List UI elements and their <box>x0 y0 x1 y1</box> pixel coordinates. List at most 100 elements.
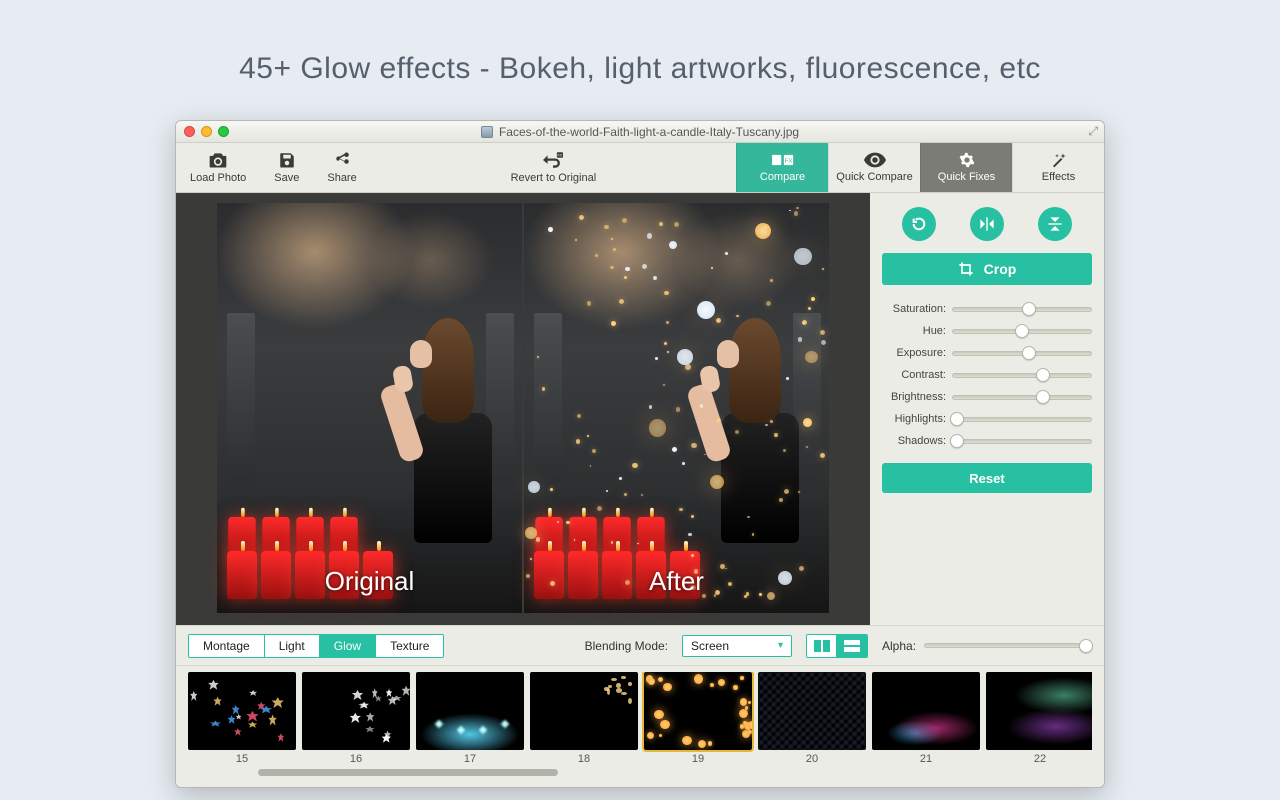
crop-button[interactable]: Crop <box>882 253 1092 285</box>
effect-thumb-preview <box>302 672 410 750</box>
window-title: Faces-of-the-world-Faith-light-a-candle-… <box>499 125 799 139</box>
wand-icon <box>1048 152 1070 168</box>
slider-label: Contrast: <box>882 369 946 381</box>
rotate-icon <box>911 216 927 232</box>
tab-effects[interactable]: Effects <box>1012 143 1104 192</box>
slider-label: Highlights: <box>882 413 946 425</box>
slider-row: Exposure: <box>882 347 1092 359</box>
load-photo-button[interactable]: Load Photo <box>176 143 260 192</box>
view-split-button[interactable] <box>807 635 837 657</box>
tab-quick-compare[interactable]: Quick Compare <box>828 143 920 192</box>
tab-quick-compare-label: Quick Compare <box>836 171 912 183</box>
original-caption: Original <box>217 566 522 597</box>
svg-text:FX: FX <box>784 159 792 165</box>
preview-original: Original <box>217 203 522 613</box>
category-texture[interactable]: Texture <box>376 635 443 657</box>
effect-thumb-number: 18 <box>578 753 590 765</box>
slider-knob[interactable] <box>950 412 964 426</box>
slider-track[interactable] <box>952 439 1092 444</box>
effect-thumb-number: 21 <box>920 753 932 765</box>
slider-label: Exposure: <box>882 347 946 359</box>
tab-compare[interactable]: FX Compare <box>736 143 828 192</box>
effect-thumb-22[interactable]: 22 <box>986 672 1092 765</box>
effects-thumbnails: 15 1617 18 19 20 21 22 <box>188 672 1092 765</box>
quick-fixes-panel: Crop Saturation: Hue: Exposure: Contrast: Br… <box>870 193 1104 625</box>
slider-track[interactable] <box>952 329 1092 334</box>
category-glow[interactable]: Glow <box>320 635 376 657</box>
slider-track[interactable] <box>952 417 1092 422</box>
category-segmented: MontageLightGlowTexture <box>188 634 444 658</box>
save-icon <box>277 151 297 169</box>
effect-thumb-16[interactable]: 16 <box>302 672 410 765</box>
main-area: Original After <box>176 193 1104 625</box>
effect-thumb-18[interactable]: 18 <box>530 672 638 765</box>
revert-label: Revert to Original <box>511 172 597 184</box>
svg-text:FX: FX <box>558 154 563 158</box>
strip-scrollbar[interactable] <box>188 769 1092 779</box>
save-label: Save <box>274 172 299 184</box>
tab-quick-fixes[interactable]: Quick Fixes <box>920 143 1012 192</box>
crop-label: Crop <box>984 261 1017 277</box>
effect-thumb-preview <box>986 672 1092 750</box>
slider-knob[interactable] <box>1036 368 1050 382</box>
effects-strip: 15 1617 18 19 20 21 22 <box>176 665 1104 787</box>
rows-icon <box>844 640 860 652</box>
tab-quick-fixes-label: Quick Fixes <box>938 171 995 183</box>
effect-thumb-number: 19 <box>692 753 704 765</box>
slider-row: Brightness: <box>882 391 1092 403</box>
slider-row: Contrast: <box>882 369 1092 381</box>
effect-thumb-21[interactable]: 21 <box>872 672 980 765</box>
flip-horizontal-button[interactable] <box>970 207 1004 241</box>
save-button[interactable]: Save <box>260 143 313 192</box>
alpha-slider[interactable] <box>924 643 1092 648</box>
columns-icon <box>814 640 830 652</box>
tab-effects-label: Effects <box>1042 171 1075 183</box>
slider-knob[interactable] <box>1036 390 1050 404</box>
category-light[interactable]: Light <box>265 635 320 657</box>
blend-mode-value: Screen <box>691 639 729 653</box>
effect-thumb-number: 20 <box>806 753 818 765</box>
toolbar: Load Photo Save Share FX Revert to Origi… <box>176 143 1104 193</box>
category-montage[interactable]: Montage <box>189 635 265 657</box>
view-toggle <box>806 634 868 658</box>
effect-thumb-number: 15 <box>236 753 248 765</box>
effect-thumb-17[interactable]: 17 <box>416 672 524 765</box>
slider-knob[interactable] <box>1022 346 1036 360</box>
slider-knob[interactable] <box>950 434 964 448</box>
preview-canvas: Original After <box>176 193 870 625</box>
slider-label: Hue: <box>882 325 946 337</box>
share-label: Share <box>327 172 356 184</box>
share-button[interactable]: Share <box>313 143 370 192</box>
slider-label: Saturation: <box>882 303 946 315</box>
slider-track[interactable] <box>952 307 1092 312</box>
share-icon <box>332 151 352 169</box>
rotate-button[interactable] <box>902 207 936 241</box>
fullscreen-icon[interactable]: ⤢ <box>1088 124 1098 139</box>
slider-knob[interactable] <box>1022 302 1036 316</box>
revert-button[interactable]: FX Revert to Original <box>497 151 611 184</box>
effect-thumb-19[interactable]: 19 <box>644 672 752 765</box>
reset-label: Reset <box>969 471 1004 486</box>
effect-thumb-20[interactable]: 20 <box>758 672 866 765</box>
titlebar: Faces-of-the-world-Faith-light-a-candle-… <box>176 121 1104 143</box>
effect-thumb-preview <box>644 672 752 750</box>
reset-button[interactable]: Reset <box>882 463 1092 493</box>
slider-knob[interactable] <box>1015 324 1029 338</box>
effect-thumb-15[interactable]: 15 <box>188 672 296 765</box>
flip-vertical-button[interactable] <box>1038 207 1072 241</box>
slider-track[interactable] <box>952 351 1092 356</box>
flip-vertical-icon <box>1047 216 1063 232</box>
slider-track[interactable] <box>952 395 1092 400</box>
gear-icon <box>956 152 978 168</box>
eye-icon <box>864 152 886 168</box>
view-single-button[interactable] <box>837 635 867 657</box>
slider-track[interactable] <box>952 373 1092 378</box>
alpha-label: Alpha: <box>882 639 916 653</box>
effect-thumb-preview <box>188 672 296 750</box>
after-caption: After <box>524 566 829 597</box>
blend-mode-select[interactable]: Screen ▾ <box>682 635 792 657</box>
slider-row: Saturation: <box>882 303 1092 315</box>
adjustment-sliders: Saturation: Hue: Exposure: Contrast: Brightn… <box>882 303 1092 447</box>
flip-horizontal-icon <box>979 216 995 232</box>
effect-thumb-number: 22 <box>1034 753 1046 765</box>
